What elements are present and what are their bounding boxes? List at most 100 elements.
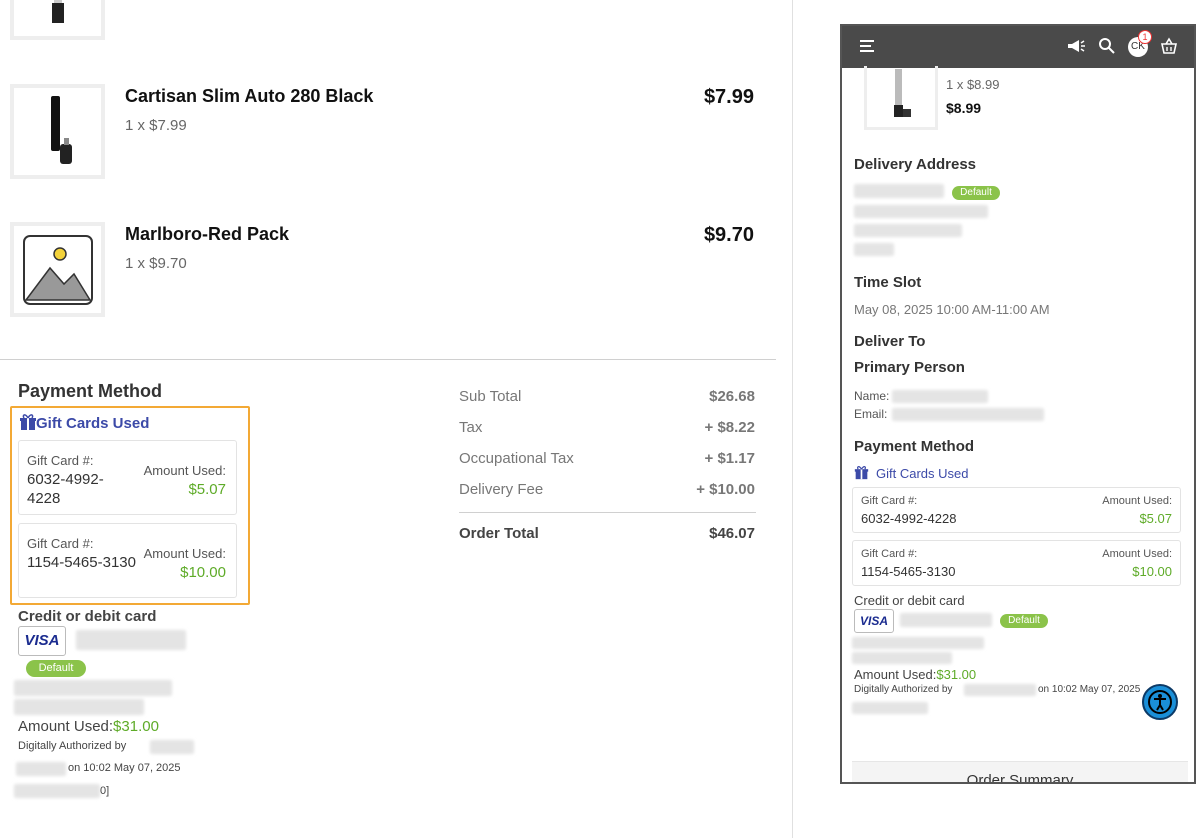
gift-card-amount: $10.00 xyxy=(180,564,226,581)
vape-pen-image xyxy=(50,95,72,164)
redacted-card-holder xyxy=(900,613,992,627)
gift-card-number: 1154-5465-3130 xyxy=(27,554,136,571)
gift-card-label: Gift Card #: xyxy=(861,495,918,507)
gift-card-amount: $5.07 xyxy=(1139,511,1172,526)
product-name[interactable]: Marlboro-Red Pack xyxy=(125,224,289,245)
amount-used-label: Amount Used: xyxy=(854,667,937,682)
amount-used-label: Amount Used: xyxy=(18,718,114,735)
default-badge: Default xyxy=(26,660,86,677)
visa-logo-icon: VISA xyxy=(854,609,894,633)
redacted-email xyxy=(892,408,1044,421)
accessibility-icon xyxy=(1148,690,1172,714)
gift-card-entry: Gift Card #: 1154-5465-3130 Amount Used:… xyxy=(852,540,1181,586)
amount-used-label: Amount Used: xyxy=(1102,548,1172,560)
redacted-address xyxy=(14,699,144,715)
gift-card-label: Gift Card #: xyxy=(27,453,94,468)
gift-card-entry: Gift Card #: 6032-4992-4228 Amount Used:… xyxy=(852,487,1181,533)
auth-prefix: Digitally Authorized by xyxy=(18,740,127,752)
default-badge: Default xyxy=(1000,614,1048,628)
time-slot-value: May 08, 2025 10:00 AM-11:00 AM xyxy=(854,302,1050,317)
product-name[interactable]: Cartisan Slim Auto 280 Black xyxy=(125,86,373,107)
tax-label: Tax xyxy=(459,419,483,436)
redacted-authorizer xyxy=(964,684,1036,696)
delivery-fee-value: + $10.00 xyxy=(696,481,755,498)
auth-suffix: on 10:02 May 07, 2025 xyxy=(68,762,181,774)
product-price: $7.99 xyxy=(703,86,754,108)
redacted-address xyxy=(854,224,962,237)
image-placeholder-icon xyxy=(22,234,93,305)
divider xyxy=(0,359,776,360)
product-thumbnail[interactable] xyxy=(864,66,938,130)
cart-icon[interactable] xyxy=(1160,37,1178,55)
occupational-tax-value: + $1.17 xyxy=(704,450,755,467)
order-detail-pane: Cartisan Slim Auto 280 Black 1 x $7.99 $… xyxy=(0,0,793,838)
gift-card-label: Gift Card #: xyxy=(27,536,94,551)
amount-used-value: $31.00 xyxy=(113,718,159,735)
gift-cards-title: Gift Cards Used xyxy=(36,415,150,432)
product-thumbnail[interactable] xyxy=(10,0,105,40)
redacted-id xyxy=(14,784,100,798)
order-total-value: $46.07 xyxy=(709,525,755,542)
redacted-address xyxy=(854,243,894,256)
order-summary-section: Order Summary xyxy=(852,761,1188,784)
redacted-address xyxy=(852,652,952,664)
redacted-authorizer xyxy=(16,762,66,776)
tax-value: + $8.22 xyxy=(704,419,755,436)
deliver-to-heading: Deliver To xyxy=(854,333,926,350)
subtotal-value: $26.68 xyxy=(709,388,755,405)
mobile-preview: CK 1 1 x $8.99 $8.99 Delivery Address De… xyxy=(840,24,1196,784)
gift-card-amount: $5.07 xyxy=(188,481,226,498)
delivery-fee-label: Delivery Fee xyxy=(459,481,544,498)
primary-person-heading: Primary Person xyxy=(854,359,965,376)
redacted-address xyxy=(854,205,988,218)
gift-cards-title: Gift Cards Used xyxy=(876,466,969,481)
gift-card-number: 1154-5465-3130 xyxy=(861,564,956,579)
amount-used: Amount Used:$31.00 xyxy=(18,718,159,735)
accessibility-button[interactable] xyxy=(1142,684,1178,720)
payment-method-heading: Payment Method xyxy=(18,381,163,401)
credit-card-title: Credit or debit card xyxy=(18,608,157,625)
megaphone-icon[interactable] xyxy=(1066,37,1086,55)
amount-used: Amount Used:$31.00 xyxy=(854,667,976,682)
menu-icon[interactable] xyxy=(860,39,876,53)
redacted-address xyxy=(852,637,984,649)
credit-card-title: Credit or debit card xyxy=(854,593,965,608)
amount-used-label: Amount Used: xyxy=(1102,495,1172,507)
auth-prefix: Digitally Authorized by xyxy=(854,684,953,695)
gift-icon xyxy=(20,414,36,430)
subtotal-label: Sub Total xyxy=(459,388,522,405)
product-quantity: 1 x $9.70 xyxy=(125,255,187,272)
product-quantity: 1 x $7.99 xyxy=(125,117,187,134)
amount-used-value: $31.00 xyxy=(936,667,977,682)
item-quantity: 1 x $8.99 xyxy=(946,77,1000,92)
product-thumbnail[interactable] xyxy=(10,222,105,317)
gift-icon xyxy=(854,466,869,480)
email-label: Email: xyxy=(854,407,888,421)
auth-end: 0] xyxy=(100,785,110,797)
redacted-address xyxy=(854,184,944,198)
redacted-address xyxy=(14,680,172,696)
redacted-name xyxy=(892,390,988,403)
amount-used-label: Amount Used: xyxy=(143,463,226,478)
gift-card-number: 6032-4992-4228 xyxy=(861,511,957,526)
product-thumbnail[interactable] xyxy=(10,84,105,179)
redacted-authorizer xyxy=(150,740,194,754)
summary-divider xyxy=(459,512,756,513)
redacted-id xyxy=(852,702,928,714)
redacted-card-holder xyxy=(76,630,186,650)
time-slot-heading: Time Slot xyxy=(854,274,922,291)
order-total-label: Order Total xyxy=(459,525,539,542)
default-badge: Default xyxy=(952,186,1000,200)
search-icon[interactable] xyxy=(1098,37,1116,55)
gift-card-label: Gift Card #: xyxy=(861,548,918,560)
occupational-tax-label: Occupational Tax xyxy=(459,450,574,467)
gift-card-entry: Gift Card #: 1154-5465-3130 Amount Used:… xyxy=(18,523,237,598)
visa-logo-icon: VISA xyxy=(18,626,66,656)
product-price: $9.70 xyxy=(703,224,754,246)
order-summary-heading: Order Summary xyxy=(966,772,1074,784)
gift-card-amount: $10.00 xyxy=(1132,564,1172,579)
delivery-address-heading: Delivery Address xyxy=(854,156,977,173)
payment-method-heading: Payment Method xyxy=(854,438,975,455)
notification-count: 1 xyxy=(1138,30,1152,44)
gift-card-entry: Gift Card #: 6032-4992-4228 Amount Used:… xyxy=(18,440,237,515)
